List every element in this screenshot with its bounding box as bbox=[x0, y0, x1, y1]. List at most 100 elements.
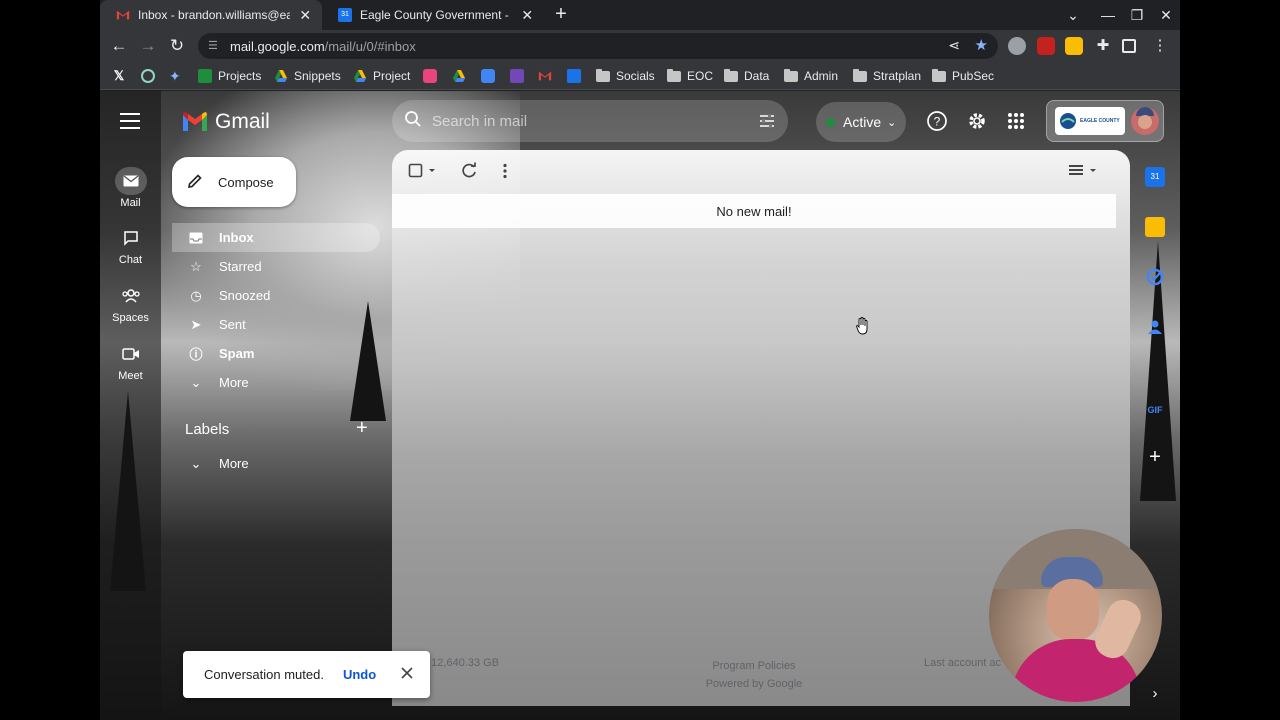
search-bar[interactable]: Search in mail bbox=[392, 100, 788, 142]
contacts-app-icon[interactable] bbox=[1145, 317, 1165, 337]
share-icon[interactable]: ⋖ bbox=[948, 37, 960, 54]
bookmark-chatgpt[interactable] bbox=[141, 68, 161, 84]
avatar[interactable] bbox=[1131, 107, 1159, 135]
program-policies-link[interactable]: Program Policies bbox=[692, 657, 816, 675]
new-tab-button[interactable]: + bbox=[550, 4, 572, 26]
nav-more[interactable]: ⌄ More bbox=[172, 368, 380, 397]
drive-icon bbox=[354, 70, 366, 82]
compose-button[interactable]: Compose bbox=[172, 157, 296, 207]
reload-button[interactable]: ↻ bbox=[165, 34, 189, 58]
app-rail: Mail Chat Spaces Meet bbox=[100, 91, 161, 720]
side-panel-icon[interactable] bbox=[1122, 39, 1136, 53]
account-switcher[interactable]: EAGLE COUNTY bbox=[1046, 100, 1164, 142]
screen: Inbox - brandon.williams@eagle ✕ 31 Eagl… bbox=[0, 0, 1280, 720]
chevron-down-icon: ⌄ bbox=[887, 116, 897, 129]
maximize-button[interactable]: ❐ bbox=[1122, 0, 1152, 30]
calendar-icon bbox=[567, 69, 581, 83]
keep-app-icon[interactable] bbox=[1145, 217, 1165, 237]
gmail-logo[interactable]: Gmail bbox=[181, 110, 270, 134]
chevron-right-icon[interactable]: › bbox=[1145, 684, 1165, 704]
close-icon[interactable] bbox=[400, 666, 414, 683]
help-icon[interactable]: ? bbox=[926, 110, 948, 132]
close-window-button[interactable]: ✕ bbox=[1151, 0, 1180, 30]
tab-title: Inbox - brandon.williams@eagle bbox=[138, 8, 291, 22]
nav-spam[interactable]: ⓘ Spam bbox=[172, 339, 380, 368]
bookmark-gmail[interactable] bbox=[538, 68, 558, 84]
extensions-puzzle-icon[interactable]: ✚ bbox=[1094, 37, 1112, 55]
bookmark-docs[interactable] bbox=[481, 68, 501, 84]
webcam-overlay bbox=[989, 529, 1162, 702]
forward-button[interactable]: → bbox=[136, 34, 160, 58]
tab-inbox[interactable]: Inbox - brandon.williams@eagle ✕ bbox=[100, 0, 322, 30]
bookmark-folder-admin[interactable]: Admin bbox=[784, 68, 838, 84]
bookmark-folder-eoc[interactable]: EOC bbox=[667, 68, 713, 84]
bookmark-forms[interactable] bbox=[510, 68, 530, 84]
nav-starred[interactable]: ☆ Starred bbox=[172, 252, 380, 281]
select-all-checkbox[interactable] bbox=[408, 162, 435, 180]
add-app-icon[interactable]: + bbox=[1145, 447, 1165, 467]
organization-name: EAGLE COUNTY bbox=[1080, 118, 1120, 124]
settings-gear-icon[interactable] bbox=[966, 110, 988, 132]
apps-grid-icon[interactable] bbox=[1005, 110, 1027, 132]
bookmark-project[interactable]: Project bbox=[353, 68, 410, 84]
bookmark-folder-pubsec[interactable]: PubSec bbox=[932, 68, 994, 84]
keep-extension-icon[interactable] bbox=[1065, 37, 1083, 55]
meet-icon bbox=[115, 340, 147, 368]
tab-strip: Inbox - brandon.williams@eagle ✕ 31 Eagl… bbox=[100, 0, 1180, 30]
mouse-cursor-icon bbox=[855, 317, 870, 340]
bookmark-folder-stratplan[interactable]: Stratplan bbox=[853, 68, 921, 84]
rail-mail[interactable]: Mail bbox=[100, 167, 161, 209]
bookmark-folder-data[interactable]: Data bbox=[724, 68, 769, 84]
rail-meet[interactable]: Meet bbox=[100, 340, 161, 382]
more-options-icon[interactable] bbox=[496, 162, 514, 180]
add-label-icon[interactable]: + bbox=[356, 418, 368, 438]
face-shape bbox=[1047, 579, 1099, 641]
bookmark-folder-socials[interactable]: Socials bbox=[596, 68, 655, 84]
calendar-app-icon[interactable]: 31 bbox=[1145, 167, 1165, 187]
bookmark-drive[interactable] bbox=[452, 68, 472, 84]
forms-icon bbox=[510, 69, 524, 83]
tab-search-icon[interactable]: ⌄ bbox=[1058, 0, 1088, 30]
rail-chat[interactable]: Chat bbox=[100, 224, 161, 266]
density-toggle-icon[interactable] bbox=[1066, 162, 1098, 180]
nav-sent[interactable]: ➤ Sent bbox=[172, 310, 380, 339]
spaces-icon bbox=[115, 282, 147, 310]
bookmark-x[interactable]: 𝕏 bbox=[112, 68, 132, 84]
site-info-icon[interactable]: ☰ bbox=[208, 39, 222, 53]
bookmark-projects[interactable]: Projects bbox=[198, 68, 261, 84]
list-toolbar bbox=[392, 150, 1130, 192]
main-menu-icon[interactable] bbox=[120, 113, 140, 129]
nav-inbox[interactable]: Inbox bbox=[172, 223, 380, 252]
tab-close-icon[interactable]: ✕ bbox=[520, 7, 534, 24]
nav-snoozed[interactable]: ◷ Snoozed bbox=[172, 281, 380, 310]
last-account-activity[interactable]: Last account ac bbox=[924, 657, 1001, 669]
search-options-icon[interactable] bbox=[758, 112, 776, 135]
docs-icon bbox=[481, 69, 495, 83]
bookmark-star-icon[interactable]: ★ bbox=[975, 36, 988, 54]
bookmark-snippets[interactable]: Snippets bbox=[274, 68, 341, 84]
rail-spaces[interactable]: Spaces bbox=[100, 282, 161, 324]
browser-menu-icon[interactable]: ⋮ bbox=[1151, 37, 1169, 55]
tasks-app-icon[interactable] bbox=[1145, 267, 1165, 287]
undo-button[interactable]: Undo bbox=[343, 667, 376, 682]
tab-title: Eagle County Government - Cale bbox=[360, 8, 512, 22]
gif-app-icon[interactable]: GIF bbox=[1145, 400, 1165, 420]
address-bar[interactable]: ☰ mail.google.com/mail/u/0/#inbox ⋖ ★ bbox=[198, 33, 998, 59]
chat-icon bbox=[115, 224, 147, 252]
search-input[interactable]: Search in mail bbox=[432, 113, 527, 130]
extension-icon[interactable] bbox=[1008, 37, 1026, 55]
tab-close-icon[interactable]: ✕ bbox=[298, 7, 312, 24]
bookmark-gemini[interactable]: ✦ bbox=[169, 68, 189, 84]
minimize-button[interactable]: — bbox=[1093, 0, 1123, 30]
back-button[interactable]: ← bbox=[107, 34, 131, 58]
labels-more-button[interactable]: ⌄ More bbox=[172, 449, 380, 478]
bookmarks-bar: 𝕏 ✦ Projects Snippets Project Socials EO… bbox=[100, 62, 1180, 90]
search-icon[interactable] bbox=[404, 110, 422, 133]
folder-icon bbox=[724, 69, 738, 82]
bookmark-app[interactable] bbox=[423, 68, 443, 84]
tab-calendar[interactable]: 31 Eagle County Government - Cale ✕ bbox=[322, 0, 544, 30]
extension-icon[interactable] bbox=[1037, 37, 1055, 55]
bookmark-calendar[interactable] bbox=[567, 68, 587, 84]
refresh-icon[interactable] bbox=[460, 162, 478, 180]
status-selector[interactable]: Active ⌄ bbox=[816, 102, 906, 142]
